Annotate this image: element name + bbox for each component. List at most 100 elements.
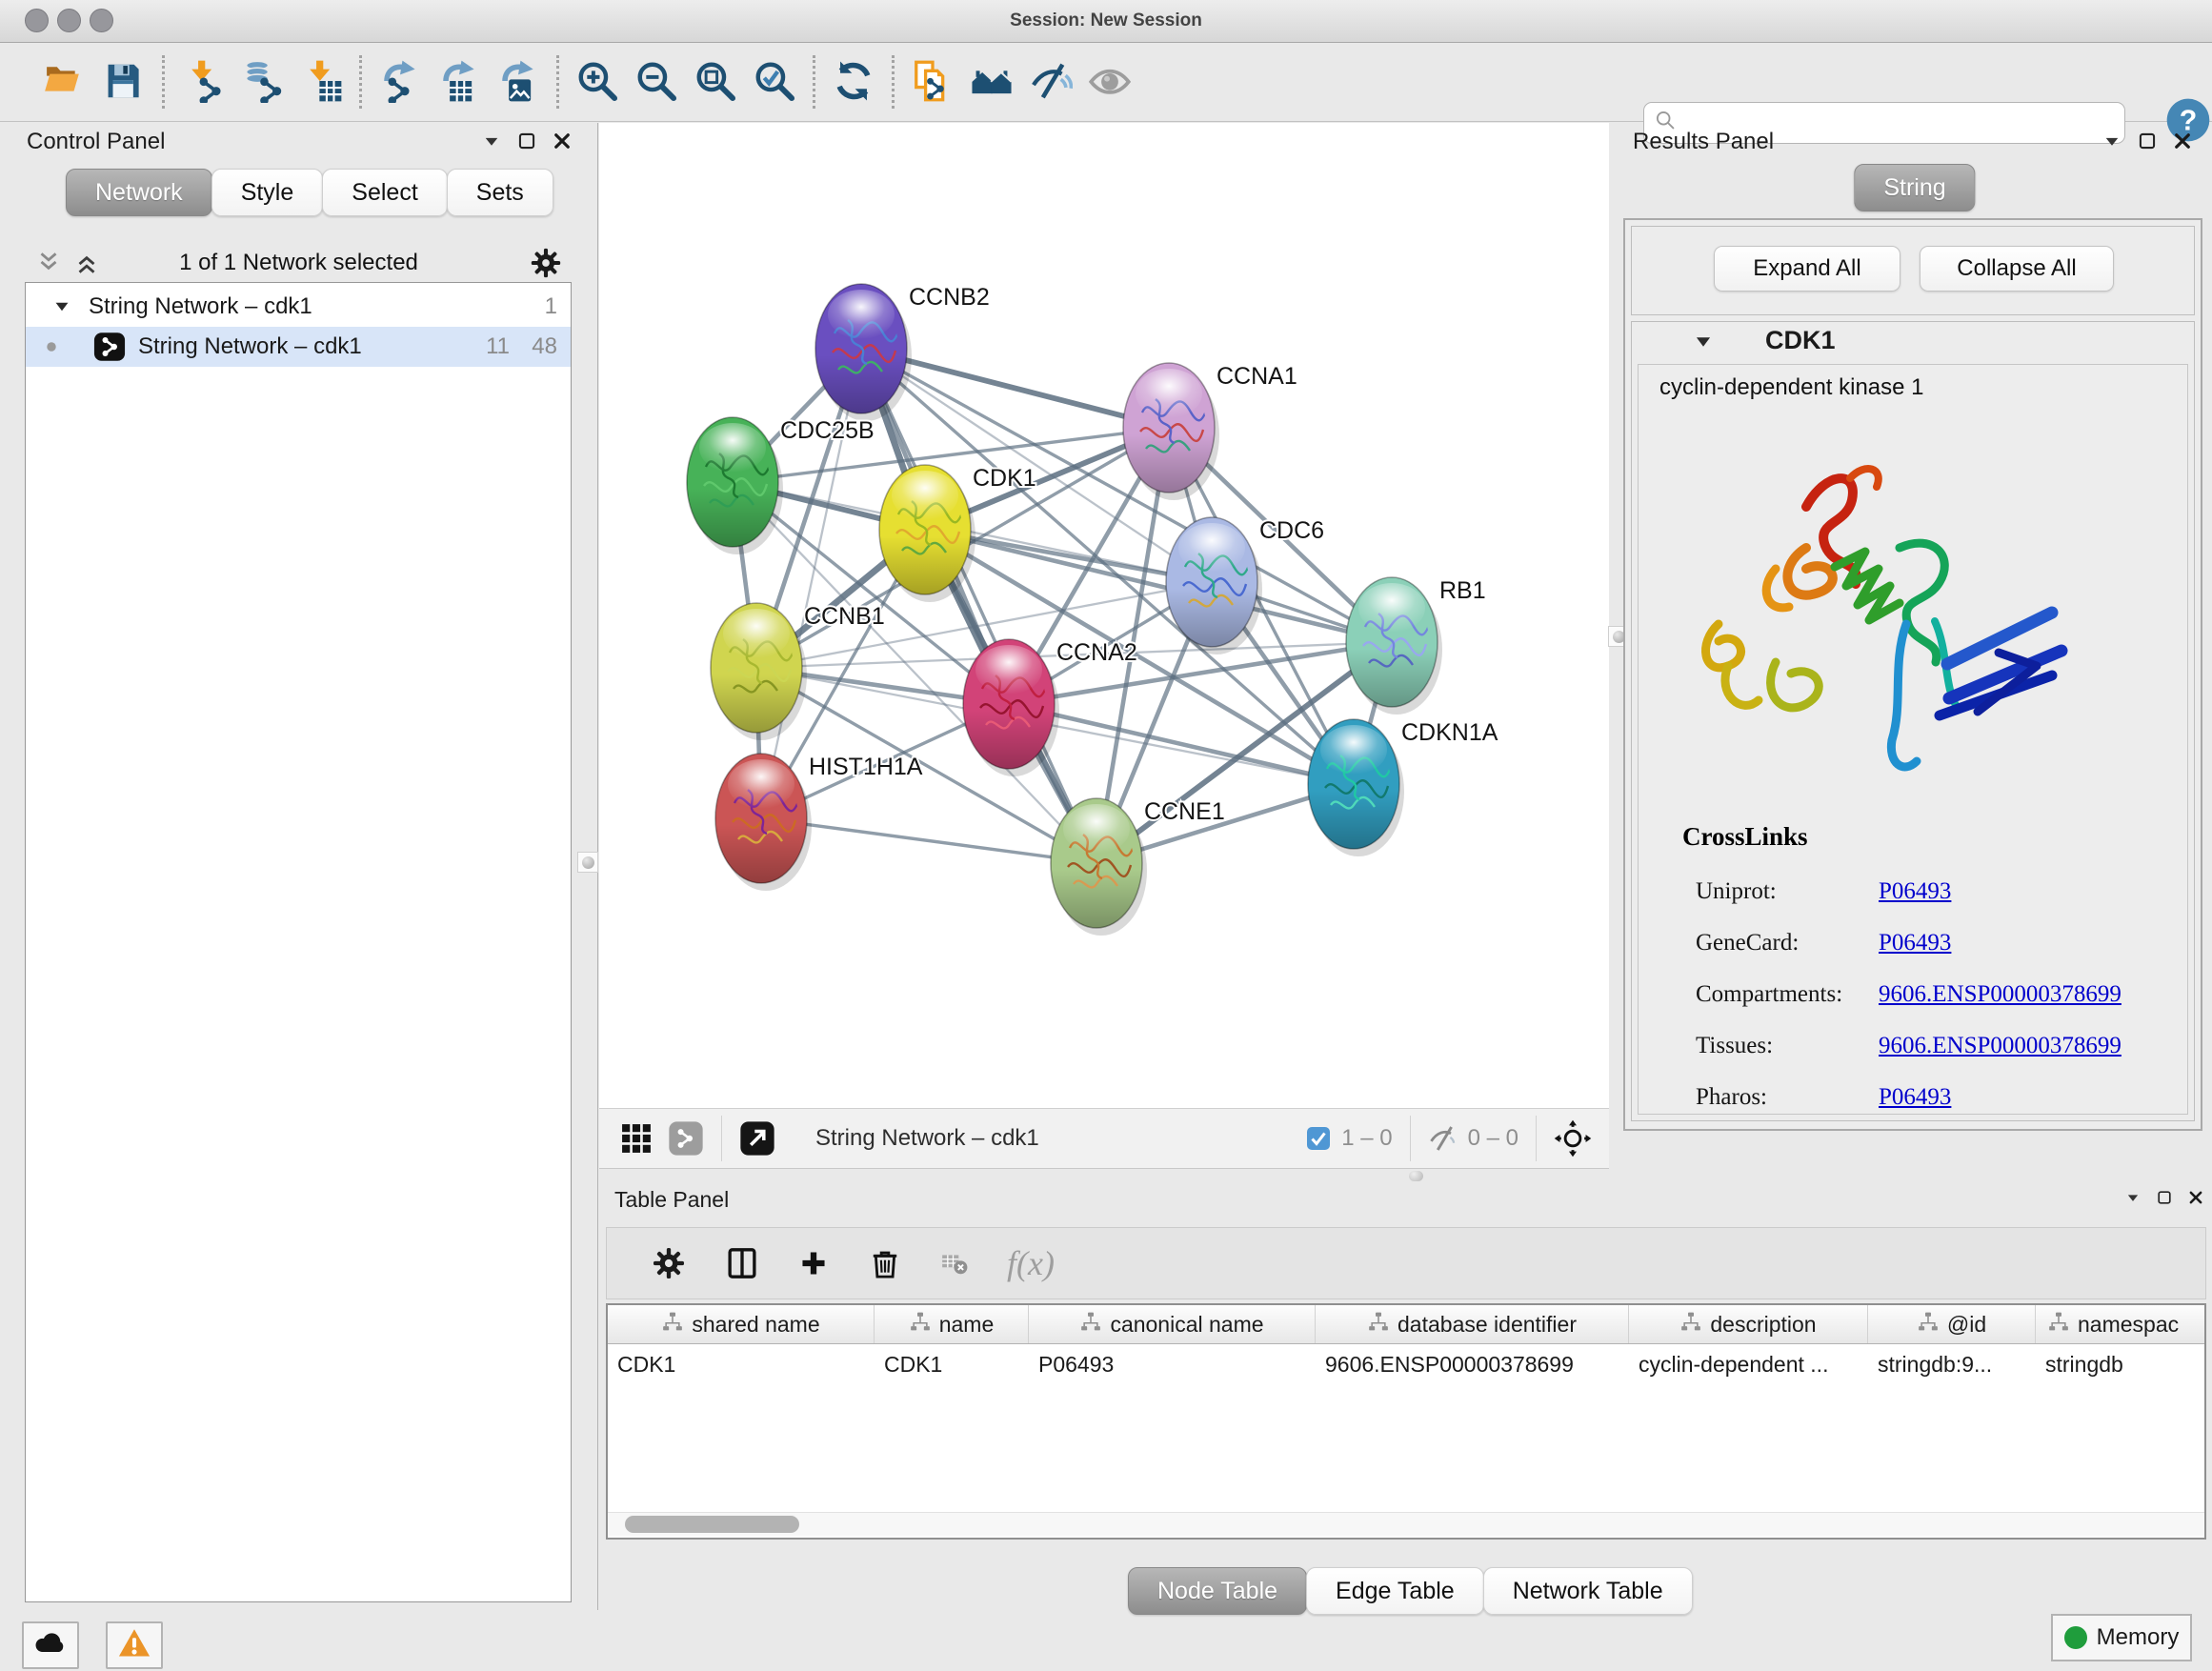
- close-window-button[interactable]: [25, 9, 49, 32]
- zoom-selected-button[interactable]: [752, 59, 797, 105]
- panel-close-icon[interactable]: [552, 131, 573, 151]
- crosslink-link-tissues[interactable]: 9606.ENSP00000378699: [1879, 1033, 2122, 1059]
- network-row-selected[interactable]: String Network – cdk1 11 48: [26, 327, 571, 367]
- network-collection-row[interactable]: String Network – cdk1 1: [26, 287, 571, 327]
- fit-content-crosshair-icon[interactable]: [1554, 1119, 1592, 1158]
- save-session-button[interactable]: [101, 59, 147, 105]
- network-node-CDC25B[interactable]: CDC25B: [687, 417, 875, 554]
- table-row[interactable]: CDK1CDK1P064939606.ENSP00000378699cyclin…: [608, 1344, 2204, 1384]
- import-network-database-button[interactable]: [239, 59, 285, 105]
- birdseye-toggle-icon[interactable]: [668, 1120, 704, 1157]
- hidden-eye-slash-icon[interactable]: [1428, 1123, 1458, 1154]
- export-network-button[interactable]: [377, 59, 423, 105]
- network-node-HIST1H1A[interactable]: HIST1H1A: [715, 754, 923, 891]
- table-cell[interactable]: stringdb: [2036, 1344, 2204, 1384]
- open-session-button[interactable]: [42, 59, 88, 105]
- hide-selected-button[interactable]: [1028, 59, 1074, 105]
- tab-style[interactable]: Style: [211, 169, 324, 216]
- selected-checkbox-icon[interactable]: [1305, 1125, 1332, 1152]
- zoom-fit-button[interactable]: [693, 59, 738, 105]
- network-node-RB1[interactable]: RB1: [1346, 577, 1486, 715]
- grid-view-icon[interactable]: [618, 1120, 654, 1157]
- tree-expand-icon[interactable]: [52, 297, 71, 316]
- network-graph[interactable]: CCNB2 CCNA1 CDC25B CDK1 CDC6 RB1: [599, 123, 1609, 1108]
- first-neighbors-button[interactable]: [969, 59, 1015, 105]
- tab-network-table[interactable]: Network Table: [1483, 1567, 1693, 1615]
- network-options-gear-icon[interactable]: [529, 246, 563, 285]
- section-collapse-icon[interactable]: [1693, 332, 1714, 352]
- tab-select[interactable]: Select: [322, 169, 447, 216]
- edge-CCNA2-CDKN1A[interactable]: [1009, 704, 1354, 784]
- zoom-window-button[interactable]: [90, 9, 113, 32]
- zoom-out-button[interactable]: [633, 59, 679, 105]
- tab-node-table[interactable]: Node Table: [1128, 1567, 1307, 1615]
- function-builder-icon: f(x): [1007, 1243, 1055, 1283]
- network-node-CCNA2[interactable]: CCNA2: [963, 639, 1137, 776]
- export-table-button[interactable]: [436, 59, 482, 105]
- network-node-CDKN1A[interactable]: CDKN1A: [1308, 719, 1498, 856]
- tab-network[interactable]: Network: [66, 169, 212, 216]
- import-network-file-button[interactable]: [180, 59, 226, 105]
- network-node-CCNB1[interactable]: CCNB1: [711, 603, 885, 740]
- table-cell[interactable]: stringdb:9...: [1868, 1344, 2036, 1384]
- warnings-button[interactable]: [106, 1621, 163, 1669]
- memory-button[interactable]: Memory: [2051, 1614, 2192, 1661]
- horizontal-splitter-handle[interactable]: [1409, 1171, 1423, 1181]
- expand-all-button[interactable]: Expand All: [1714, 246, 1900, 292]
- clone-network-button[interactable]: [910, 59, 955, 105]
- show-columns-icon[interactable]: [725, 1246, 759, 1280]
- column-header-description[interactable]: description: [1629, 1305, 1868, 1343]
- crosslink-link-genecard[interactable]: P06493: [1879, 930, 1951, 956]
- table-cell[interactable]: cyclin-dependent ...: [1629, 1344, 1868, 1384]
- network-node-CCNE1[interactable]: CCNE1: [1051, 798, 1225, 936]
- network-node-CCNB2[interactable]: CCNB2: [815, 284, 990, 421]
- show-all-button[interactable]: [1087, 59, 1133, 105]
- panel-menu-icon[interactable]: [2124, 1189, 2142, 1206]
- network-node-CDC6[interactable]: CDC6: [1166, 517, 1324, 654]
- column-header-database-identifier[interactable]: database identifier: [1316, 1305, 1629, 1343]
- zoom-in-button[interactable]: [574, 59, 620, 105]
- panel-float-icon[interactable]: [2156, 1189, 2173, 1206]
- node-label-HIST1H1A: HIST1H1A: [809, 754, 923, 780]
- column-header--id[interactable]: @id: [1868, 1305, 2036, 1343]
- import-table-button[interactable]: [298, 59, 344, 105]
- column-header-name[interactable]: name: [875, 1305, 1029, 1343]
- minimize-window-button[interactable]: [57, 9, 81, 32]
- delete-column-icon[interactable]: [868, 1246, 902, 1280]
- export-image-button[interactable]: [495, 59, 541, 105]
- column-header-namespac[interactable]: namespac: [2036, 1305, 2204, 1343]
- crosslink-link-compartments[interactable]: 9606.ENSP00000378699: [1879, 981, 2122, 1008]
- hide-selected-icon: [1029, 59, 1073, 106]
- refresh-button[interactable]: [831, 59, 876, 105]
- network-view-title: String Network – cdk1: [815, 1125, 1039, 1152]
- table-cell[interactable]: CDK1: [875, 1344, 1029, 1384]
- scrollbar-thumb[interactable]: [625, 1516, 799, 1533]
- panel-float-icon[interactable]: [2137, 131, 2158, 151]
- table-horizontal-scrollbar[interactable]: [608, 1512, 2204, 1536]
- node-table: shared namenamecanonical namedatabase id…: [606, 1303, 2206, 1540]
- network-node-CCNA1[interactable]: CCNA1: [1123, 363, 1297, 500]
- panel-close-icon[interactable]: [2187, 1189, 2204, 1206]
- cdk1-section-header[interactable]: CDK1: [1632, 322, 2194, 360]
- panel-menu-icon[interactable]: [481, 131, 502, 151]
- left-splitter-handle[interactable]: [577, 852, 598, 873]
- panel-float-icon[interactable]: [516, 131, 537, 151]
- table-cell[interactable]: 9606.ENSP00000378699: [1316, 1344, 1629, 1384]
- cloud-button[interactable]: [22, 1621, 79, 1669]
- tab-sets[interactable]: Sets: [447, 169, 553, 216]
- panel-close-icon[interactable]: [2172, 131, 2193, 151]
- table-cell[interactable]: P06493: [1029, 1344, 1316, 1384]
- crosslink-link-uniprot[interactable]: P06493: [1879, 878, 1951, 905]
- table-cell[interactable]: CDK1: [608, 1344, 875, 1384]
- add-column-icon[interactable]: [797, 1247, 830, 1279]
- column-header-shared-name[interactable]: shared name: [608, 1305, 875, 1343]
- detach-view-icon[interactable]: [739, 1120, 775, 1157]
- column-header-canonical-name[interactable]: canonical name: [1029, 1305, 1316, 1343]
- collapse-all-button[interactable]: Collapse All: [1920, 246, 2114, 292]
- panel-menu-icon[interactable]: [2101, 131, 2122, 151]
- table-options-gear-icon[interactable]: [651, 1245, 687, 1281]
- tab-string[interactable]: String: [1854, 164, 1975, 211]
- crosslink-link-pharos[interactable]: P06493: [1879, 1084, 1951, 1111]
- network-canvas[interactable]: CCNB2 CCNA1 CDC25B CDK1 CDC6 RB1: [599, 123, 1609, 1108]
- tab-edge-table[interactable]: Edge Table: [1306, 1567, 1484, 1615]
